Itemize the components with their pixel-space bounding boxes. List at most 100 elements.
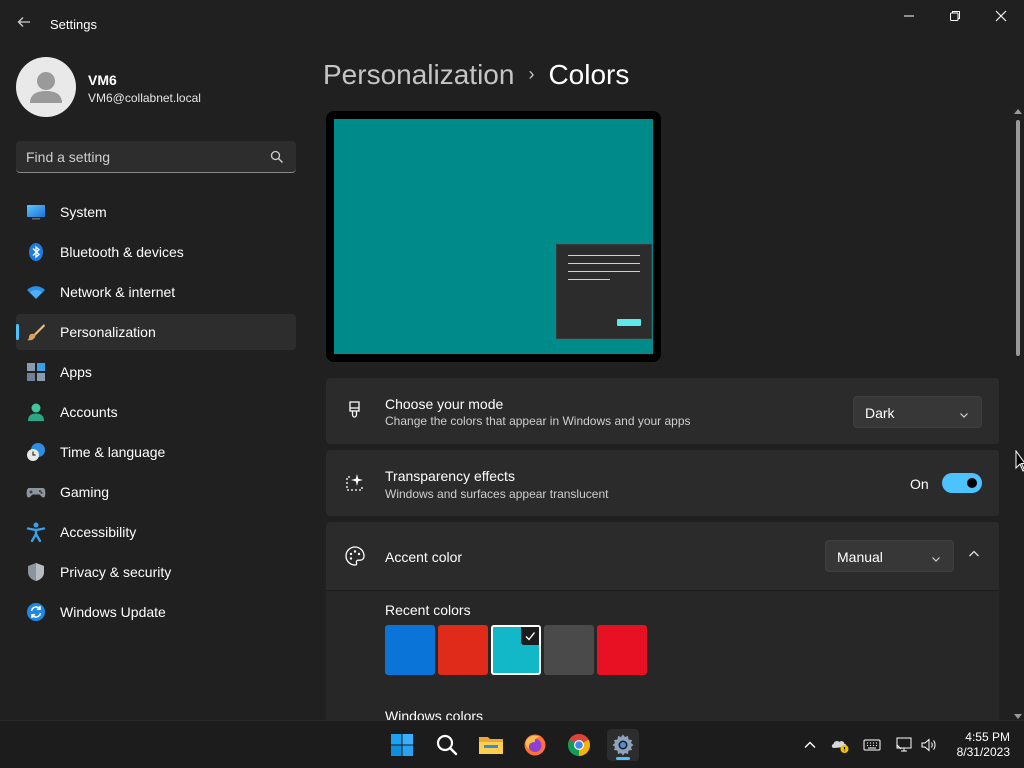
color-swatch[interactable] xyxy=(491,625,541,675)
mouse-cursor-icon xyxy=(1015,449,1024,477)
accent-color-panel: Recent colors Windows colors xyxy=(326,590,999,724)
recent-colors-label: Recent colors xyxy=(385,602,471,618)
sidebar-item-privacy-security[interactable]: Privacy & security xyxy=(16,554,296,590)
file-explorer-icon[interactable] xyxy=(475,729,507,761)
window-title: Settings xyxy=(50,17,97,32)
checkmark-icon xyxy=(521,627,539,645)
system-clock[interactable]: 4:55 PM 8/31/2023 xyxy=(957,730,1010,760)
accent-dropdown[interactable]: Manual xyxy=(825,540,954,572)
chevron-down-icon xyxy=(931,551,941,569)
sidebar-item-time-language[interactable]: Time & language xyxy=(16,434,296,470)
volume-icon[interactable] xyxy=(919,735,939,755)
preview-window xyxy=(556,244,652,339)
breadcrumb-separator: › xyxy=(528,64,535,84)
theme-preview xyxy=(326,111,661,362)
profile-name: VM6 xyxy=(88,72,117,88)
chevron-up-icon xyxy=(968,547,980,565)
active-app-indicator xyxy=(616,757,630,760)
page-title: Colors xyxy=(548,59,630,90)
mode-dropdown-value: Dark xyxy=(865,405,895,421)
gamepad-icon xyxy=(26,482,46,502)
clock-time: 4:55 PM xyxy=(965,730,1010,744)
search-box[interactable] xyxy=(16,141,296,173)
sidebar-item-label: Personalization xyxy=(60,324,156,340)
color-swatch[interactable] xyxy=(438,625,488,675)
minimize-button[interactable] xyxy=(886,0,932,32)
clock-globe-icon xyxy=(26,442,46,462)
sidebar-item-network[interactable]: Network & internet xyxy=(16,274,296,310)
paintbrush-icon xyxy=(344,400,366,422)
keyboard-icon[interactable] xyxy=(862,735,882,755)
sidebar-item-apps[interactable]: Apps xyxy=(16,354,296,390)
chevron-down-icon xyxy=(959,407,969,425)
clock-date: 8/31/2023 xyxy=(956,745,1010,759)
collapse-button[interactable] xyxy=(962,546,986,566)
start-icon[interactable] xyxy=(386,729,418,761)
back-arrow-icon[interactable] xyxy=(14,14,34,34)
sidebar-item-accounts[interactable]: Accounts xyxy=(16,394,296,430)
sidebar-item-label: Time & language xyxy=(60,444,166,460)
settings-icon[interactable] xyxy=(607,729,639,761)
recent-colors xyxy=(385,625,647,675)
transparency-toggle[interactable] xyxy=(942,473,982,493)
toggle-knob xyxy=(967,478,977,488)
sidebar-item-system[interactable]: System xyxy=(16,194,296,230)
chevron-up-icon[interactable] xyxy=(800,735,820,755)
apps-icon xyxy=(26,362,46,382)
person-icon xyxy=(26,402,46,422)
search-icon[interactable] xyxy=(270,150,284,169)
color-swatch[interactable] xyxy=(385,625,435,675)
title-bar: Settings xyxy=(0,0,1024,48)
sidebar-item-bluetooth[interactable]: Bluetooth & devices xyxy=(16,234,296,270)
chrome-icon[interactable] xyxy=(563,729,595,761)
transparency-description: Windows and surfaces appear translucent xyxy=(385,487,609,501)
sidebar-item-personalization[interactable]: Personalization xyxy=(16,314,296,350)
transparency-state-label: On xyxy=(910,476,929,492)
mode-setting-card: Choose your mode Change the colors that … xyxy=(326,378,999,444)
sidebar-item-label: Gaming xyxy=(60,484,110,500)
scroll-up-icon xyxy=(1014,109,1022,114)
close-button[interactable] xyxy=(978,0,1024,32)
network-icon[interactable] xyxy=(894,735,914,755)
accent-setting-card: Accent color Manual xyxy=(326,522,999,590)
mode-description: Change the colors that appear in Windows… xyxy=(385,414,691,428)
wifi-icon xyxy=(26,282,46,302)
sidebar-item-label: Accessibility xyxy=(60,524,137,540)
mode-title: Choose your mode xyxy=(385,396,504,412)
mode-dropdown[interactable]: Dark xyxy=(853,396,982,428)
color-swatch[interactable] xyxy=(544,625,594,675)
breadcrumb-parent[interactable]: Personalization xyxy=(323,59,514,90)
accent-dropdown-value: Manual xyxy=(837,549,883,565)
firefox-icon[interactable] xyxy=(519,729,551,761)
shield-icon xyxy=(26,562,46,582)
sidebar-item-label: Apps xyxy=(60,364,92,380)
onedrive-warning-icon[interactable] xyxy=(830,735,850,755)
sidebar-nav: System Bluetooth & devices Network & int… xyxy=(16,194,296,634)
bluetooth-icon xyxy=(26,242,46,262)
update-icon xyxy=(26,602,46,622)
sidebar-item-label: Accounts xyxy=(60,404,118,420)
scrollbar[interactable] xyxy=(1013,108,1023,720)
breadcrumb: Personalization › Colors xyxy=(323,59,629,91)
search-input[interactable] xyxy=(26,147,266,167)
avatar[interactable] xyxy=(16,57,76,117)
transparency-title: Transparency effects xyxy=(385,468,515,484)
color-swatch[interactable] xyxy=(597,625,647,675)
palette-icon xyxy=(344,545,366,567)
preview-accent-button xyxy=(617,319,641,326)
accessibility-icon xyxy=(26,522,46,543)
sidebar-item-label: Network & internet xyxy=(60,284,176,300)
scrollbar-thumb[interactable] xyxy=(1016,120,1020,356)
accent-title: Accent color xyxy=(385,549,463,565)
sidebar-item-label: System xyxy=(60,204,107,220)
sidebar-item-label: Bluetooth & devices xyxy=(60,244,184,260)
sidebar-item-accessibility[interactable]: Accessibility xyxy=(16,514,296,550)
sidebar-item-label: Windows Update xyxy=(60,604,166,620)
sidebar-item-windows-update[interactable]: Windows Update xyxy=(16,594,296,630)
sidebar-item-gaming[interactable]: Gaming xyxy=(16,474,296,510)
system-icon xyxy=(26,202,46,222)
taskbar: 4:55 PM 8/31/2023 xyxy=(0,720,1024,768)
restore-button[interactable] xyxy=(932,0,978,32)
search-icon[interactable] xyxy=(431,729,463,761)
transparency-setting-card: Transparency effects Windows and surface… xyxy=(326,450,999,516)
